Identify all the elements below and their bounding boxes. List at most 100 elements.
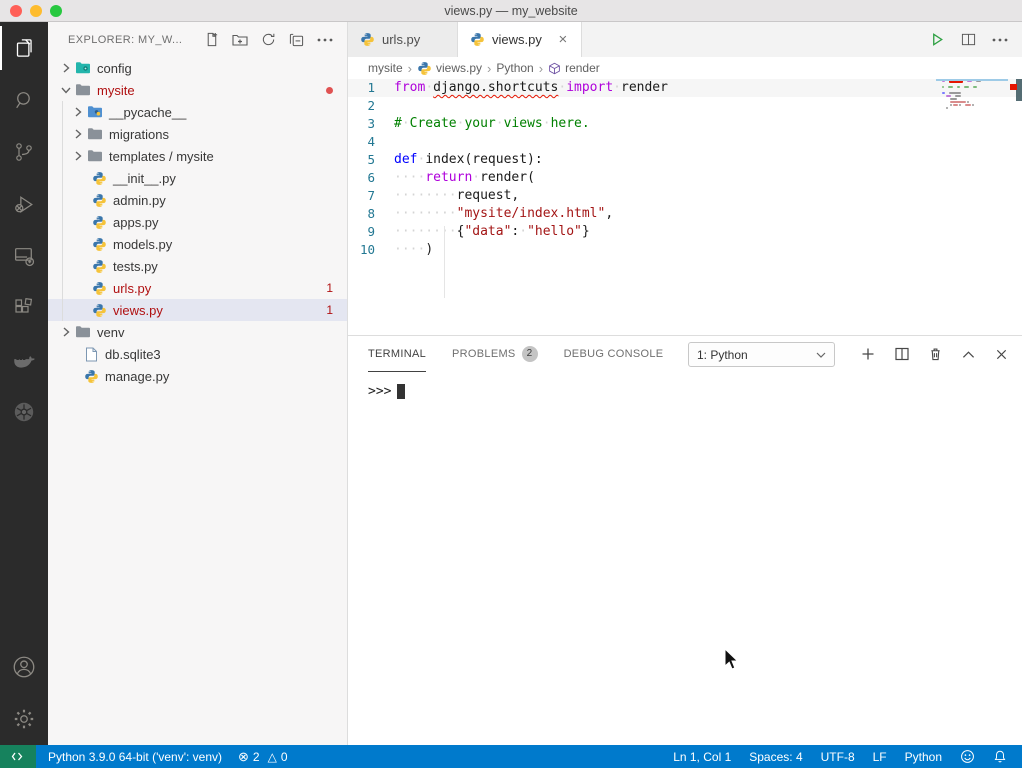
- activity-bar-item-remote-explorer[interactable]: [0, 230, 48, 282]
- kill-terminal-icon[interactable]: [929, 347, 942, 361]
- refresh-icon[interactable]: [261, 32, 276, 47]
- tree-item-label: views.py: [113, 303, 163, 318]
- activity-bar-item-explorer[interactable]: [0, 22, 48, 74]
- panel-tab-debug-console[interactable]: DEBUG CONSOLE: [564, 336, 664, 372]
- status-item-utf-8[interactable]: UTF-8: [812, 745, 864, 768]
- more-actions-icon[interactable]: [317, 38, 333, 42]
- tree-item-config[interactable]: config: [48, 57, 347, 79]
- tree-item--pycache-[interactable]: __pycache__: [48, 101, 347, 123]
- folder-icon-folder-python: [86, 104, 104, 120]
- activity-bar-item-extensions[interactable]: [0, 282, 48, 334]
- tree-item-apps-py[interactable]: apps.py: [48, 211, 347, 233]
- new-terminal-icon[interactable]: [861, 347, 875, 361]
- tree-item-tests-py[interactable]: tests.py: [48, 255, 347, 277]
- split-editor-icon[interactable]: [961, 32, 976, 47]
- chevron-right-icon[interactable]: [70, 104, 86, 120]
- run-file-icon[interactable]: [930, 32, 945, 47]
- tree-item-label: tests.py: [113, 259, 158, 274]
- overview-ruler: [1006, 79, 1022, 335]
- activity-bar-item-docker[interactable]: [0, 334, 48, 386]
- tab-views-py[interactable]: views.py ×: [458, 22, 582, 57]
- split-terminal-icon[interactable]: [895, 347, 909, 361]
- status-item-lf[interactable]: LF: [864, 745, 896, 768]
- chevron-right-icon[interactable]: [70, 126, 86, 142]
- panel-tab-label: TERMINAL: [368, 348, 426, 360]
- status-item-python[interactable]: Python: [896, 745, 951, 768]
- scrollbar-thumb[interactable]: [1016, 79, 1022, 101]
- breadcrumb-label: render: [565, 61, 600, 75]
- chevron-right-icon[interactable]: [70, 148, 86, 164]
- terminal-output[interactable]: >>>: [348, 372, 1022, 399]
- activity-bar-item-account[interactable]: [0, 641, 48, 693]
- new-folder-icon[interactable]: [232, 33, 248, 47]
- tree-item-models-py[interactable]: models.py: [48, 233, 347, 255]
- chevron-right-icon[interactable]: [58, 324, 74, 340]
- activity-bar-item-search[interactable]: [0, 74, 48, 126]
- folder-icon-folder-gray: [74, 324, 92, 340]
- kubernetes-icon: [11, 399, 37, 425]
- activity-bar-item-settings-gear[interactable]: [0, 693, 48, 745]
- terminal-selector-dropdown[interactable]: 1: Python: [688, 342, 835, 367]
- tree-item--init-py[interactable]: __init__.py: [48, 167, 347, 189]
- activity-bar-item-kubernetes[interactable]: [0, 386, 48, 438]
- breadcrumb-item-python[interactable]: Python: [496, 61, 533, 75]
- tree-item-templates-mysite[interactable]: templates / mysite: [48, 145, 347, 167]
- folder-icon-folder-gray: [86, 148, 104, 164]
- close-window-button[interactable]: [10, 5, 22, 17]
- tab-label: views.py: [492, 32, 542, 47]
- line-number: 3: [348, 115, 394, 133]
- more-actions-icon[interactable]: [992, 38, 1008, 42]
- tab-urls-py[interactable]: urls.py: [348, 22, 458, 57]
- activity-bar-item-run-debug[interactable]: [0, 178, 48, 230]
- problems-button[interactable]: ⊗ 2 △ 0: [230, 745, 296, 768]
- tree-item-venv[interactable]: venv: [48, 321, 347, 343]
- maximize-panel-icon[interactable]: [962, 350, 975, 359]
- collapse-all-icon[interactable]: [289, 32, 304, 47]
- close-panel-icon[interactable]: [995, 348, 1008, 361]
- tree-item-manage-py[interactable]: manage.py: [48, 365, 347, 387]
- code-editor[interactable]: 1from·django.shortcuts·import·render23#·…: [348, 79, 1022, 335]
- tree-indent-guide: [62, 101, 63, 321]
- breadcrumb-label: views.py: [436, 61, 482, 75]
- panel-tab-terminal[interactable]: TERMINAL: [368, 336, 426, 372]
- breadcrumb-item-views-py[interactable]: views.py: [417, 61, 482, 76]
- breadcrumb-item-render[interactable]: render: [548, 61, 600, 75]
- breadcrumb-item-mysite[interactable]: mysite: [368, 61, 403, 75]
- tree-item-admin-py[interactable]: admin.py: [48, 189, 347, 211]
- activity-bar-item-source-control[interactable]: [0, 126, 48, 178]
- code-text: ····return·render(: [394, 169, 1022, 187]
- line-number: 2: [348, 97, 394, 115]
- status-bar-left: Python 3.9.0 64-bit ('venv': venv) ⊗ 2 △…: [0, 745, 296, 768]
- warning-count: 0: [281, 750, 288, 764]
- terminal-panel: TERMINAL PROBLEMS2 DEBUG CONSOLE 1: Python…: [348, 335, 1022, 745]
- chevron-right-icon[interactable]: [58, 60, 74, 76]
- editor-region: urls.pyviews.py× mysite›views.py›Python›…: [348, 22, 1022, 745]
- zoom-window-button[interactable]: [50, 5, 62, 17]
- folder-icon-folder-gray: [74, 82, 92, 98]
- close-tab-icon[interactable]: ×: [555, 32, 571, 47]
- folder-icon-folder-config: [74, 60, 92, 76]
- new-file-icon[interactable]: [204, 32, 219, 47]
- tree-item-views-py[interactable]: views.py1: [48, 299, 347, 321]
- tree-item-migrations[interactable]: migrations: [48, 123, 347, 145]
- feedback-button[interactable]: [951, 745, 984, 768]
- notifications-button[interactable]: [984, 745, 1016, 768]
- status-item-spaces-4[interactable]: Spaces: 4: [740, 745, 811, 768]
- error-marker: [1010, 84, 1017, 90]
- python-interpreter-button[interactable]: Python 3.9.0 64-bit ('venv': venv): [36, 745, 230, 768]
- panel-tab-problems[interactable]: PROBLEMS2: [452, 336, 538, 372]
- minimize-window-button[interactable]: [30, 5, 42, 17]
- status-item-ln-1-col-1[interactable]: Ln 1, Col 1: [664, 745, 740, 768]
- python-file-icon: [417, 61, 432, 76]
- indent-guide: [444, 226, 445, 298]
- minimap[interactable]: [940, 79, 1006, 199]
- tree-item-mysite[interactable]: mysite: [48, 79, 347, 101]
- tree-item-urls-py[interactable]: urls.py1: [48, 277, 347, 299]
- panel-tab-label: PROBLEMS: [452, 348, 516, 360]
- minimap-line: [940, 106, 1006, 109]
- remote-window-button[interactable]: [0, 745, 36, 768]
- remote-explorer-icon: [12, 244, 37, 269]
- status-bar-right: Ln 1, Col 1Spaces: 4UTF-8LFPython: [664, 745, 1022, 768]
- chevron-down-icon[interactable]: [58, 82, 74, 98]
- tree-item-db-sqlite3[interactable]: db.sqlite3: [48, 343, 347, 365]
